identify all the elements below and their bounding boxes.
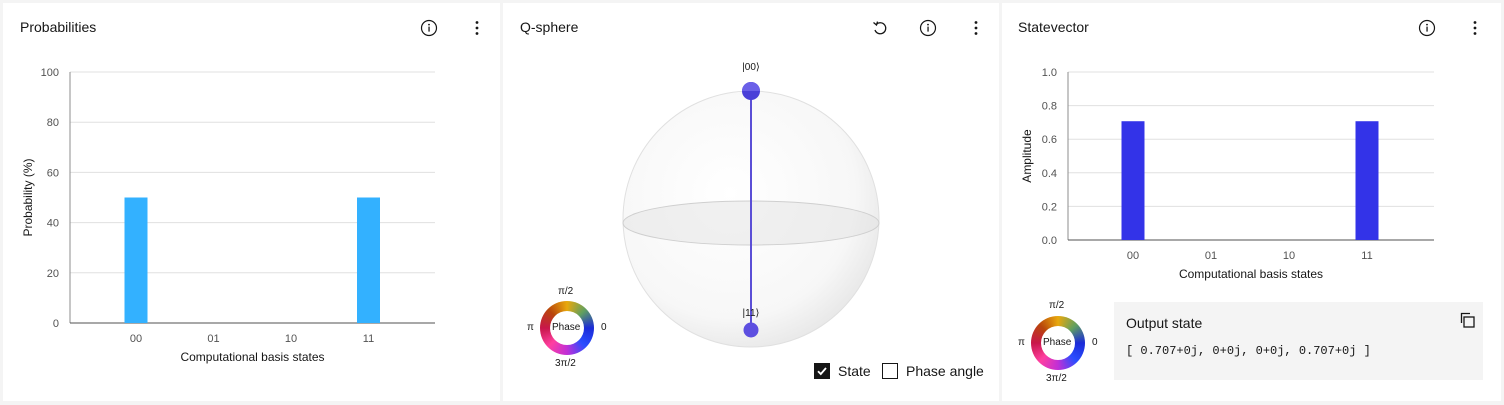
y-tick-label: 0.6	[1042, 134, 1057, 146]
y-tick-label: 0	[53, 318, 59, 330]
phase-wheel-label: Phase	[552, 322, 581, 333]
statevector-panel: Statevector 0.0 0.2 0.4 0.6 0.8 1.0 00 01 10 11 Co…	[1002, 3, 1501, 401]
copy-button[interactable]	[1457, 310, 1477, 330]
x-tick-label: 01	[1205, 250, 1217, 262]
x-tick-label: 00	[1127, 250, 1139, 262]
phase-label-top: π/2	[1049, 300, 1065, 311]
y-tick-label: 0.4	[1042, 168, 1057, 180]
state-node-11[interactable]	[743, 322, 759, 338]
statevector-chart: 0.0 0.2 0.4 0.6 0.8 1.0 00 01 10 11 Computational …	[1020, 67, 1434, 281]
phase-label-top: π/2	[558, 286, 574, 297]
x-tick-label: 00	[130, 333, 142, 345]
y-tick-label: 100	[41, 67, 59, 79]
phase-label-left: π	[527, 322, 534, 333]
phase-label-bottom: 3π/2	[555, 358, 576, 369]
output-state-value: [ 0.707+0j, 0+0j, 0+0j, 0.707+0j ]	[1126, 344, 1371, 358]
checkbox-unchecked-icon	[882, 363, 898, 379]
probabilities-panel: Probabilities 0 20 40 60 80 100 00 01 10 11 Comput…	[3, 3, 500, 401]
checkbox-label: Phase angle	[906, 363, 984, 379]
x-tick-label: 11	[363, 333, 374, 345]
y-tick-label: 0.8	[1042, 101, 1057, 113]
checkbox-label: State	[838, 363, 871, 379]
checkbox-checked-icon	[814, 363, 830, 379]
y-axis-label: Probability (%)	[21, 158, 35, 236]
state-node-00-top	[742, 82, 760, 91]
phase-label-right: 0	[1092, 337, 1098, 348]
y-tick-label: 0.0	[1042, 235, 1057, 247]
output-state-title: Output state	[1126, 315, 1203, 331]
bar	[1355, 121, 1379, 240]
y-tick-label: 80	[47, 117, 59, 129]
bar	[1121, 121, 1145, 240]
output-state-box: Output state [ 0.707+0j, 0+0j, 0+0j, 0.7…	[1114, 302, 1483, 380]
phase-wheel-label: Phase	[1043, 337, 1072, 348]
bar	[357, 197, 380, 323]
x-axis-label: Computational basis states	[180, 350, 324, 364]
probabilities-chart: 0 20 40 60 80 100 00 01 10 11 Computational basis …	[21, 67, 435, 364]
phase-label-left: π	[1018, 337, 1025, 348]
y-tick-label: 40	[47, 218, 59, 230]
copy-icon	[1460, 312, 1475, 328]
state-label-00: |00⟩	[742, 62, 760, 73]
phase-label-right: 0	[601, 322, 607, 333]
y-axis-label: Amplitude	[1020, 129, 1034, 183]
x-tick-label: 10	[285, 333, 297, 345]
state-checkbox[interactable]: State	[814, 363, 871, 379]
state-label-11: |11⟩	[743, 308, 760, 319]
bar	[124, 197, 148, 323]
y-tick-label: 60	[47, 167, 59, 179]
phase-label-bottom: 3π/2	[1046, 373, 1067, 384]
y-tick-label: 1.0	[1042, 67, 1057, 79]
x-tick-label: 11	[1361, 250, 1372, 262]
x-tick-label: 01	[207, 333, 219, 345]
x-tick-label: 10	[1283, 250, 1295, 262]
y-tick-label: 0.2	[1042, 201, 1057, 213]
phase-angle-checkbox[interactable]: Phase angle	[882, 363, 984, 379]
qsphere-panel: Q-sphere |00⟩ |11⟩ Phase π/2 π 0 3π/2 St…	[503, 3, 999, 401]
y-tick-label: 20	[47, 268, 59, 280]
x-axis-label: Computational basis states	[1179, 267, 1323, 281]
